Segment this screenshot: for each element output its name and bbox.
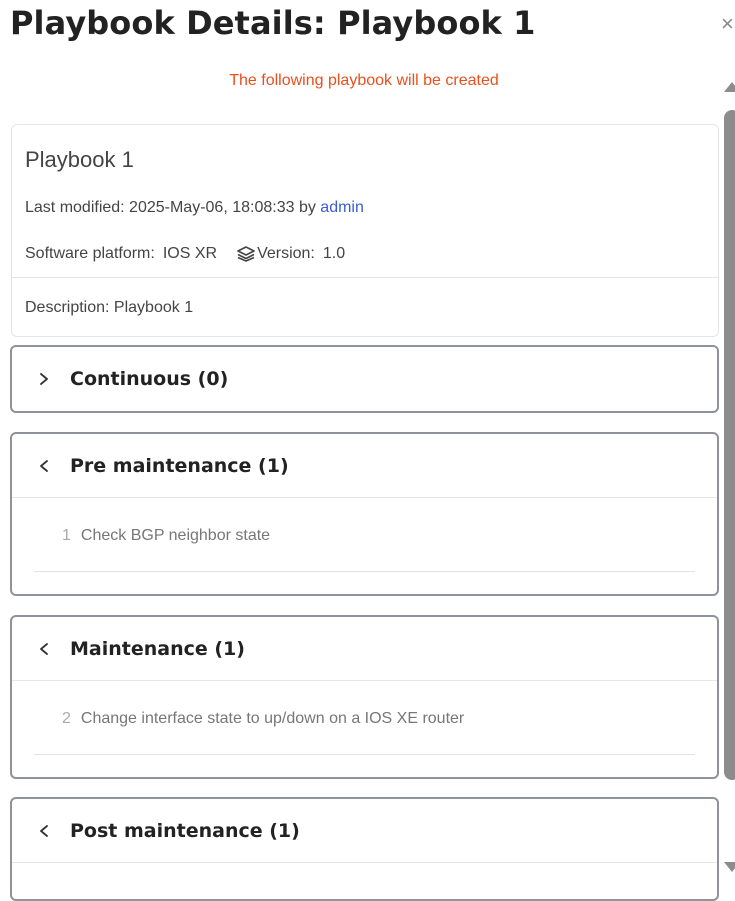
platform-row: Software platform: IOS XR Version: 1.0 (25, 245, 345, 263)
layers-icon (237, 246, 255, 262)
task-row[interactable]: 2 Change interface state to up/down on a… (34, 683, 695, 755)
platform-label: Software platform: (25, 245, 155, 262)
info-divider (12, 277, 718, 278)
close-icon[interactable]: × (721, 12, 735, 36)
section-title: Maintenance (1) (70, 637, 245, 660)
last-modified-text: Last modified: 2025-May-06, 18:08:33 by (25, 199, 321, 216)
section-header[interactable]: Pre maintenance (1) (12, 434, 717, 498)
platform-value: IOS XR (162, 245, 218, 262)
section-post-maintenance: Post maintenance (1) (10, 797, 719, 901)
create-notice: The following playbook will be created (229, 72, 499, 89)
task-number: 2 (62, 709, 71, 727)
section-pre-maintenance: Pre maintenance (1) 1 Check BGP neighbor… (10, 432, 719, 596)
scrollbar-thumb[interactable] (724, 110, 735, 780)
last-modified: Last modified: 2025-May-06, 18:08:33 by … (25, 199, 364, 217)
section-header[interactable]: Continuous (0) (12, 347, 717, 411)
page-title: Playbook Details: Playbook 1 (10, 4, 536, 42)
version-label: Version: (257, 245, 315, 262)
playbook-name: Playbook 1 (25, 147, 134, 172)
chevron-left-icon (40, 824, 48, 837)
section-header[interactable]: Post maintenance (1) (12, 799, 717, 863)
task-label: Check BGP neighbor state (80, 526, 271, 544)
playbook-description: Description: Playbook 1 (25, 299, 194, 316)
section-title: Continuous (0) (70, 368, 229, 390)
chevron-left-icon (40, 459, 48, 472)
chevron-left-icon (40, 642, 48, 655)
playbook-info-card: Playbook 1 Last modified: 2025-May-06, 1… (11, 124, 719, 337)
version-value: 1.0 (322, 245, 346, 262)
task-label: Change interface state to up/down on a I… (80, 709, 465, 727)
section-maintenance: Maintenance (1) 2 Change interface state… (10, 615, 719, 779)
section-title: Pre maintenance (1) (70, 454, 289, 477)
modified-by-user-link[interactable]: admin (320, 199, 364, 216)
chevron-right-icon (40, 373, 48, 385)
section-header[interactable]: Maintenance (1) (12, 617, 717, 681)
scroll-down-arrow[interactable] (724, 862, 735, 872)
section-continuous: Continuous (0) (10, 345, 719, 413)
task-number: 1 (62, 526, 71, 544)
scroll-up-arrow[interactable] (724, 82, 735, 92)
task-row[interactable]: 1 Check BGP neighbor state (34, 500, 695, 572)
section-title: Post maintenance (1) (70, 819, 300, 842)
